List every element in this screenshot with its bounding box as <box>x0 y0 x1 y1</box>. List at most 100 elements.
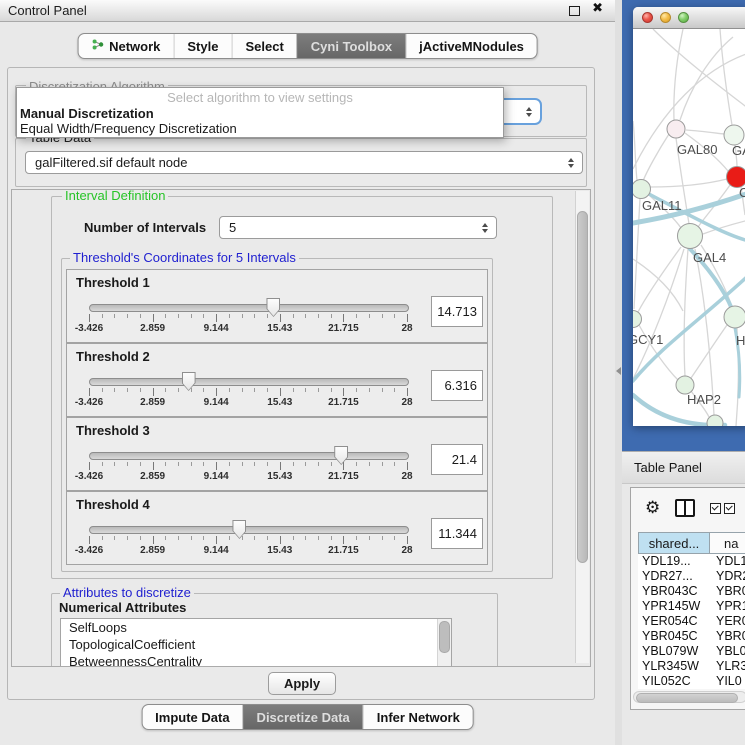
table-cell: YIL052C <box>638 674 710 689</box>
threshold-value-field[interactable]: 6.316 <box>431 370 483 401</box>
threshold-slider-track[interactable] <box>89 304 409 312</box>
right-pane: GAL80GACGAL11GAL4GCY1HHAP2 Table Panel ⚙… <box>622 0 745 745</box>
tab-cyni-toolbox[interactable]: Cyni Toolbox <box>297 34 405 58</box>
table-row[interactable]: YDR27...YDR2 <box>638 569 745 584</box>
scale-label: 28 <box>401 471 412 482</box>
algorithm-option-equal-width-frequency[interactable]: Equal Width/Frequency Discretization <box>17 121 503 136</box>
select-columns-icon[interactable] <box>710 503 735 514</box>
table-row[interactable]: YBR043CYBR0 <box>638 584 745 599</box>
scale-label: 28 <box>401 397 412 408</box>
network-node-gal11[interactable] <box>633 180 651 199</box>
bottom-tab-label: Infer Network <box>377 710 460 725</box>
tab-jactivemnodules[interactable]: jActiveMNodules <box>405 34 537 58</box>
threshold-slider-track[interactable] <box>89 452 409 460</box>
table-row[interactable]: YDL19...YDL1 <box>638 554 745 569</box>
column-header-1[interactable]: shared... <box>638 532 710 554</box>
settings-scrollpane: Interval Definition Number of Intervals … <box>11 189 591 667</box>
table-data-combobox[interactable]: galFiltered.sif default node <box>25 151 583 174</box>
splitpane-collapse-arrow[interactable] <box>616 367 621 375</box>
close-icon[interactable]: ✖ <box>592 1 603 16</box>
scale-label: 9.144 <box>204 323 229 334</box>
table-cell: YPR145W <box>638 599 710 614</box>
threshold-panel-2: Threshold 2-3.4262.8599.14415.4321.71528… <box>66 343 488 417</box>
slider-scale-labels: -3.4262.8599.14415.4321.71528 <box>89 397 407 409</box>
network-node-label: H <box>736 333 745 348</box>
table-cell: YDR27... <box>638 569 710 584</box>
network-node-label: GCY1 <box>633 332 663 347</box>
network-node-gal80[interactable] <box>667 120 685 138</box>
scale-label: 2.859 <box>140 397 165 408</box>
attribute-item-topologicalcoefficient[interactable]: TopologicalCoefficient <box>61 636 451 653</box>
list-scrollbar-thumb[interactable] <box>439 621 450 653</box>
scale-label: 9.144 <box>204 397 229 408</box>
table-row[interactable]: YLR345WYLR3 <box>638 659 745 674</box>
zoom-traffic-light-icon[interactable] <box>678 12 689 23</box>
scale-label: 21.715 <box>328 471 359 482</box>
scale-label: 28 <box>401 545 412 556</box>
scale-label: -3.426 <box>75 471 103 482</box>
table-horizontal-scrollbar[interactable] <box>633 691 745 703</box>
scale-label: -3.426 <box>75 397 103 408</box>
table-row[interactable]: YBL079WYBL0 <box>638 644 745 659</box>
network-node-h[interactable] <box>724 306 745 328</box>
bottom-tab-impute-data[interactable]: Impute Data <box>142 705 242 729</box>
list-scrollbar[interactable] <box>437 619 451 667</box>
slider-ticks <box>89 314 407 323</box>
table-row[interactable]: YER054CYER0 <box>638 614 745 629</box>
control-panel-titlebar: Control Panel ✖ <box>0 0 615 22</box>
algorithm-dropdown-popup: Select algorithm to view settings Manual… <box>16 87 504 138</box>
settings-scrollbar-thumb[interactable] <box>577 211 588 563</box>
threshold-label: Threshold 4 <box>76 497 150 512</box>
tab-select[interactable]: Select <box>231 34 296 58</box>
threshold-value-field[interactable]: 21.4 <box>431 444 483 475</box>
threshold-label: Threshold 2 <box>76 349 150 364</box>
close-traffic-light-icon[interactable] <box>642 12 653 23</box>
threshold-panel-3: Threshold 3-3.4262.8599.14415.4321.71528… <box>66 417 488 491</box>
bottom-tab-infer-network[interactable]: Infer Network <box>363 705 473 729</box>
attribute-item-betweennesscentrality[interactable]: BetweennessCentrality <box>61 653 451 667</box>
table-row[interactable]: YBR045CYBR0 <box>638 629 745 644</box>
threshold-slider-track[interactable] <box>89 378 409 386</box>
network-node-label: GAL80 <box>677 142 717 157</box>
threshold-panel-1: Threshold 1-3.4262.8599.14415.4321.71528… <box>66 269 488 343</box>
network-node-ga[interactable] <box>724 125 744 145</box>
tab-network[interactable]: Network <box>78 34 173 58</box>
table-cell: YDL19... <box>638 554 710 569</box>
attributes-group: Attributes to discretize Numerical Attri… <box>51 593 498 667</box>
algorithm-option-manual-discretization[interactable]: Manual Discretization <box>17 106 503 121</box>
table-cell: YER0 <box>710 614 745 629</box>
number-of-intervals-value: 5 <box>229 220 236 235</box>
gear-icon[interactable]: ⚙ <box>645 500 660 517</box>
table-horizontal-scrollbar-thumb[interactable] <box>636 693 738 703</box>
network-node-gcy1[interactable] <box>633 311 642 328</box>
table-row[interactable]: YPR145WYPR1 <box>638 599 745 614</box>
threshold-slider-track[interactable] <box>89 526 409 534</box>
settings-scrollbar[interactable] <box>575 191 589 663</box>
float-window-icon[interactable] <box>569 6 580 16</box>
apply-button[interactable]: Apply <box>268 672 336 695</box>
bottom-tab-discretize-data[interactable]: Discretize Data <box>243 705 363 729</box>
table-cell: YDR2 <box>710 569 745 584</box>
combo-arrows-icon <box>568 158 574 168</box>
table-row[interactable]: YIL052CYIL0 <box>638 674 745 689</box>
threshold-value-field[interactable]: 11.344 <box>431 518 483 549</box>
scale-label: 2.859 <box>140 471 165 482</box>
slider-ticks <box>89 536 407 545</box>
tab-label: Select <box>245 39 283 54</box>
minimize-traffic-light-icon[interactable] <box>660 12 671 23</box>
network-node-label: GA <box>732 143 745 158</box>
table-cell: YER054C <box>638 614 710 629</box>
column-header-2[interactable]: na <box>710 532 745 554</box>
attribute-item-selfloops[interactable]: SelfLoops <box>61 619 451 636</box>
table-panel: ⚙ shared...na YDL19...YDL1YDR27...YDR2YB… <box>630 487 745 710</box>
split-columns-icon[interactable] <box>675 499 695 517</box>
control-panel-title: Control Panel <box>8 0 87 21</box>
network-node-gal4[interactable] <box>678 224 703 249</box>
network-node[interactable] <box>707 415 723 426</box>
numerical-attributes-list[interactable]: SelfLoopsTopologicalCoefficientBetweenne… <box>60 618 452 667</box>
network-canvas[interactable]: GAL80GACGAL11GAL4GCY1HHAP2 <box>633 29 745 426</box>
tab-style[interactable]: Style <box>173 34 231 58</box>
number-of-intervals-combobox[interactable]: 5 <box>219 216 497 239</box>
interval-definition-group: Interval Definition Number of Intervals … <box>51 196 553 579</box>
threshold-value-field[interactable]: 14.713 <box>431 296 483 327</box>
